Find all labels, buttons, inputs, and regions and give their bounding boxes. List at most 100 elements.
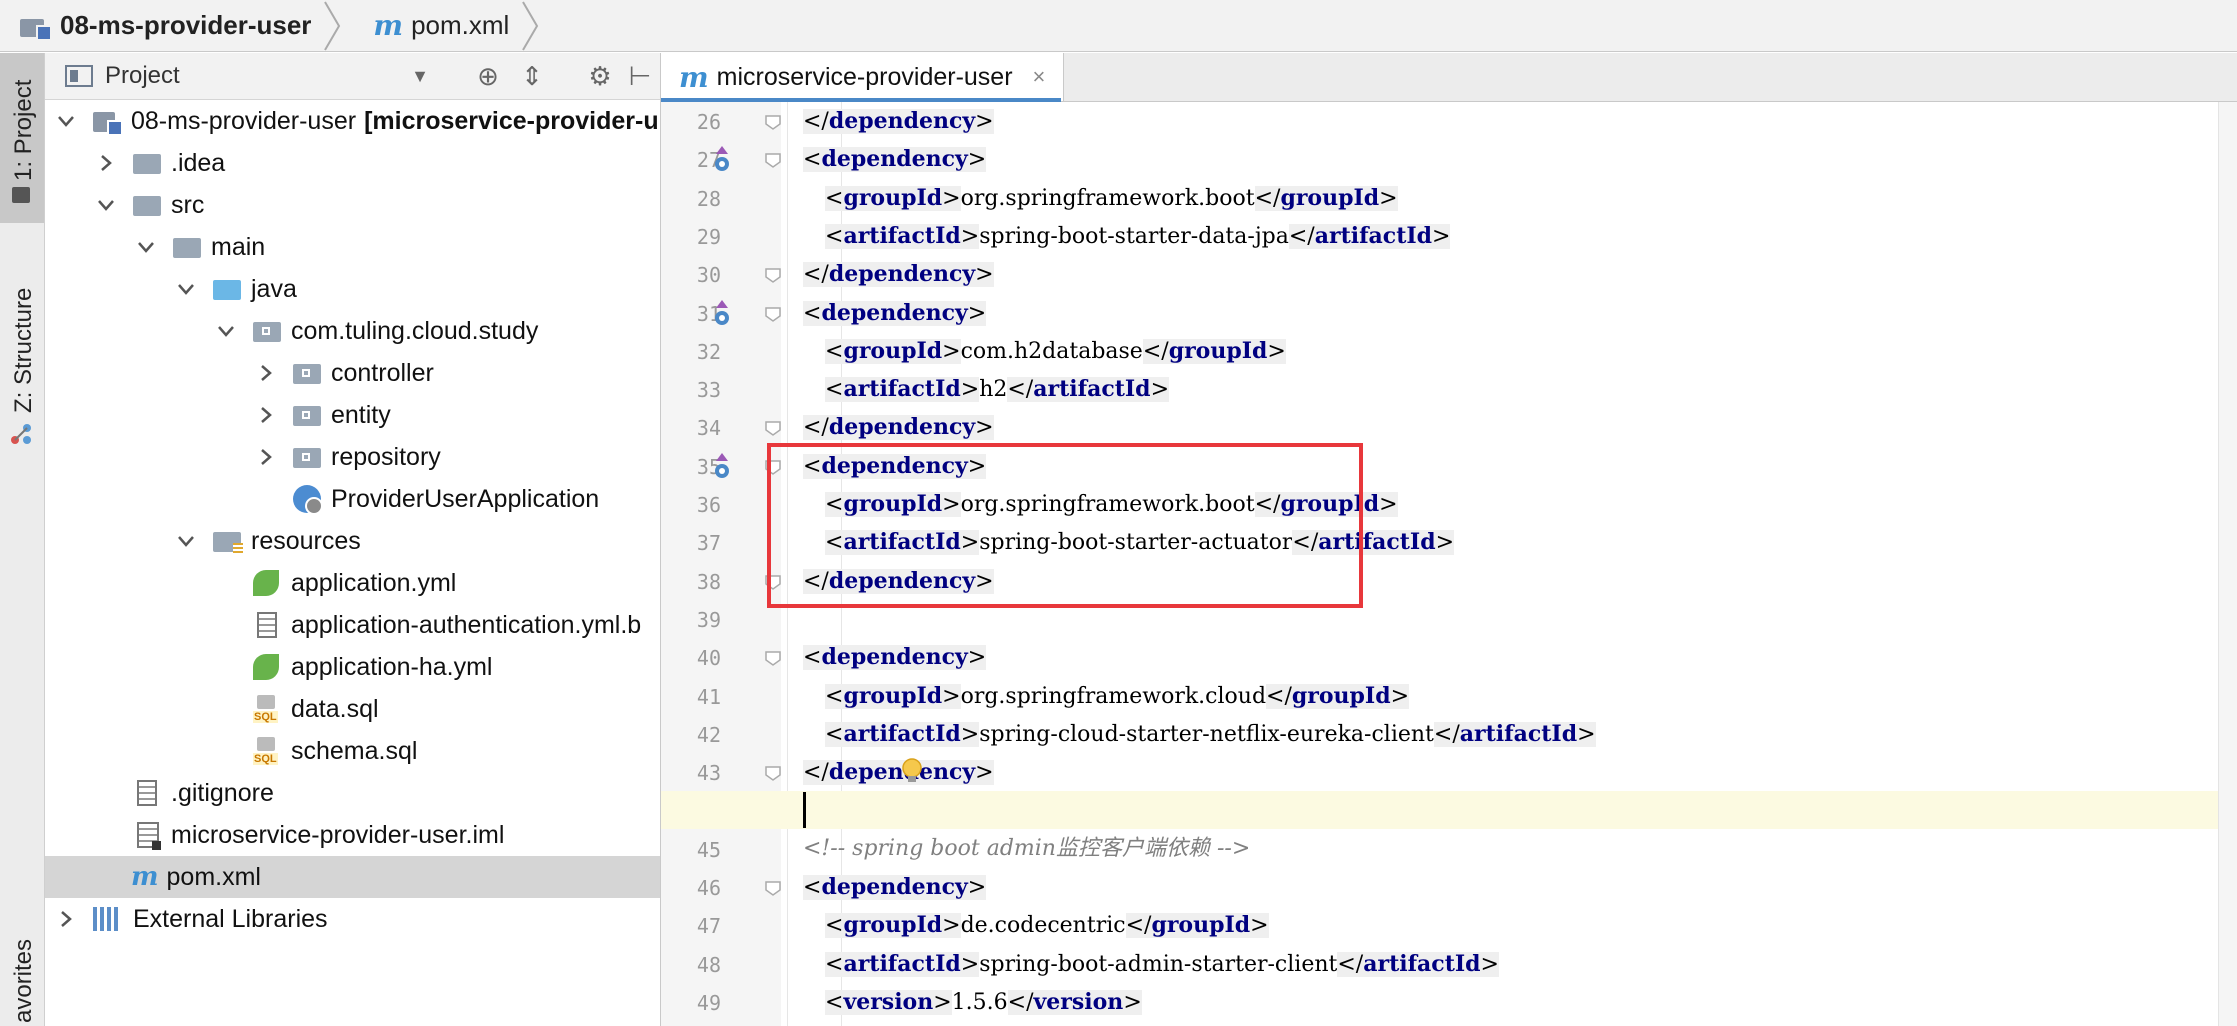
tree-item-module[interactable]: 08-ms-provider-user [microservice-provid…: [45, 100, 660, 142]
line-number: 42: [696, 722, 721, 747]
tree-item-label: 08-ms-provider-user: [131, 106, 357, 135]
chevron-down-icon[interactable]: [95, 194, 117, 216]
chevron-right-icon[interactable]: [255, 404, 277, 426]
tree-item-label: com.tuling.cloud.study: [291, 316, 539, 345]
chevron-right-icon[interactable]: [255, 362, 277, 384]
tab-pom-xml[interactable]: m microservice-provider-user ×: [661, 53, 1065, 102]
chevron-down-icon[interactable]: [175, 278, 197, 300]
xml-value: org.springframework.cloud: [960, 683, 1267, 709]
xml-tag: </version>: [1007, 988, 1142, 1015]
close-icon[interactable]: ×: [1033, 64, 1046, 90]
tree-item-entity[interactable]: entity: [45, 394, 660, 436]
code-line: </dependency>: [803, 408, 994, 446]
tree-item-application-authentication[interactable]: application-authentication.yml.b: [45, 604, 660, 646]
text-file-icon: [257, 612, 277, 638]
collapse-all-icon[interactable]: ⇕: [517, 61, 547, 91]
tree-item-application-yml[interactable]: application.yml: [45, 562, 660, 604]
tree-item-data-sql[interactable]: SQL data.sql: [45, 688, 660, 730]
code-line: <dependency>: [803, 294, 987, 332]
line-number: 32: [696, 339, 721, 364]
line-number: 36: [696, 493, 721, 517]
structure-icon: [10, 423, 32, 445]
project-tool-label: 1: Project: [10, 79, 37, 181]
dependency-goto-icon[interactable]: [710, 451, 734, 479]
project-panel-header: Project ▼ ⊕ ⇕ ⚙ ⊢: [45, 53, 660, 100]
libraries-icon: [93, 907, 121, 931]
code-line: <groupId>de.codecentric</groupId>: [825, 906, 1269, 944]
tree-item-resources[interactable]: resources: [45, 520, 660, 562]
xml-tag: </artifactId>: [1288, 222, 1451, 249]
code-line: </dependency>: [803, 255, 994, 293]
chevron-down-icon[interactable]: [175, 530, 197, 552]
tree-item-label: repository: [331, 442, 441, 471]
hide-panel-icon[interactable]: ⊢: [625, 61, 655, 91]
tree-item-repository[interactable]: repository: [45, 436, 660, 478]
locate-icon[interactable]: ⊕: [473, 61, 503, 91]
xml-value: spring-cloud-starter-netflix-eureka-clie…: [979, 721, 1434, 747]
tree-item-java[interactable]: java: [45, 268, 660, 310]
chevron-down-icon[interactable]: [135, 236, 157, 258]
fold-marker-icon[interactable]: [764, 265, 782, 284]
xml-value: org.springframework.boot: [960, 185, 1255, 211]
folder-icon: [173, 238, 201, 258]
gear-icon[interactable]: ⚙: [585, 61, 615, 91]
tree-item-label: controller: [331, 358, 434, 387]
tree-item-application-ha-yml[interactable]: application-ha.yml: [45, 646, 660, 688]
maven-file-icon: m: [131, 862, 159, 892]
chevron-down-icon[interactable]: [215, 320, 237, 342]
vertical-scrollbar[interactable]: [2218, 102, 2237, 1026]
tree-item-label: External Libraries: [133, 904, 328, 933]
breadcrumb-file[interactable]: m pom.xml: [353, 0, 551, 52]
editor-tab-bar: m microservice-provider-user ×: [661, 53, 2237, 102]
lightbulb-icon[interactable]: [901, 757, 923, 787]
favorites-tool-tab[interactable]: avorites: [0, 923, 44, 1026]
line-number: 45: [696, 837, 721, 862]
tree-item-gitignore[interactable]: .gitignore: [45, 772, 660, 814]
tree-item-schema-sql[interactable]: SQL schema.sql: [45, 730, 660, 772]
highlight-box: [767, 442, 1363, 608]
tree-item-controller[interactable]: controller: [45, 352, 660, 394]
line-number: 41: [696, 684, 721, 709]
dependency-goto-icon[interactable]: [710, 144, 734, 172]
xml-value: de.codecentric: [960, 913, 1126, 939]
fold-marker-icon[interactable]: [764, 304, 782, 322]
current-line-highlight-gutter: [661, 791, 781, 830]
fold-marker-icon[interactable]: [764, 648, 782, 667]
dependency-goto-icon[interactable]: [710, 298, 734, 326]
spring-config-icon: [253, 654, 279, 680]
code-line: <artifactId>spring-boot-starter-data-jpa…: [825, 217, 1451, 255]
chevron-down-icon[interactable]: [55, 110, 77, 132]
fold-marker-icon[interactable]: [764, 763, 782, 782]
code-line: <version>1.5.6</version>: [825, 983, 1142, 1021]
fold-marker-icon[interactable]: [764, 878, 782, 896]
chevron-right-icon[interactable]: [55, 908, 77, 930]
structure-tool-tab[interactable]: Z: Structure: [0, 223, 44, 444]
tree-item-provider-user-application[interactable]: ProviderUserApplication: [45, 478, 660, 520]
fold-marker-icon[interactable]: [764, 418, 782, 437]
fold-marker-icon[interactable]: [764, 150, 782, 169]
tree-item-idea[interactable]: .idea: [45, 142, 660, 184]
xml-tag: <artifactId>: [825, 376, 980, 403]
tree-item-src[interactable]: src: [45, 184, 660, 226]
tree-item-label: entity: [331, 400, 391, 429]
xml-tag: </dependency>: [803, 759, 994, 786]
chevron-right-icon[interactable]: [95, 152, 117, 174]
project-tool-tab[interactable]: 1: Project: [0, 53, 44, 223]
tree-item-pom-xml[interactable]: m pom.xml: [45, 856, 660, 898]
breadcrumb-module[interactable]: 08-ms-provider-user: [0, 0, 353, 52]
tree-item-external-libraries[interactable]: External Libraries: [45, 898, 660, 940]
tree-item-label: microservice-provider-user.iml: [171, 820, 505, 849]
fold-marker-icon[interactable]: [764, 112, 782, 130]
chevron-right-icon[interactable]: [255, 446, 277, 468]
line-number: 40: [696, 646, 721, 671]
tree-item-main[interactable]: main: [45, 226, 660, 268]
dropdown-arrow-icon[interactable]: ▼: [405, 61, 435, 91]
folder-icon: [133, 196, 161, 216]
code-area[interactable]: </dependency> <dependency> <groupId>org.sp…: [767, 102, 2237, 1026]
tree-item-package[interactable]: com.tuling.cloud.study: [45, 310, 660, 352]
project-panel-title[interactable]: Project: [105, 62, 180, 90]
project-tool-icon: [12, 187, 30, 203]
tree-item-label: pom.xml: [166, 862, 261, 891]
package-icon: [293, 364, 321, 384]
tree-item-iml[interactable]: microservice-provider-user.iml: [45, 814, 660, 856]
